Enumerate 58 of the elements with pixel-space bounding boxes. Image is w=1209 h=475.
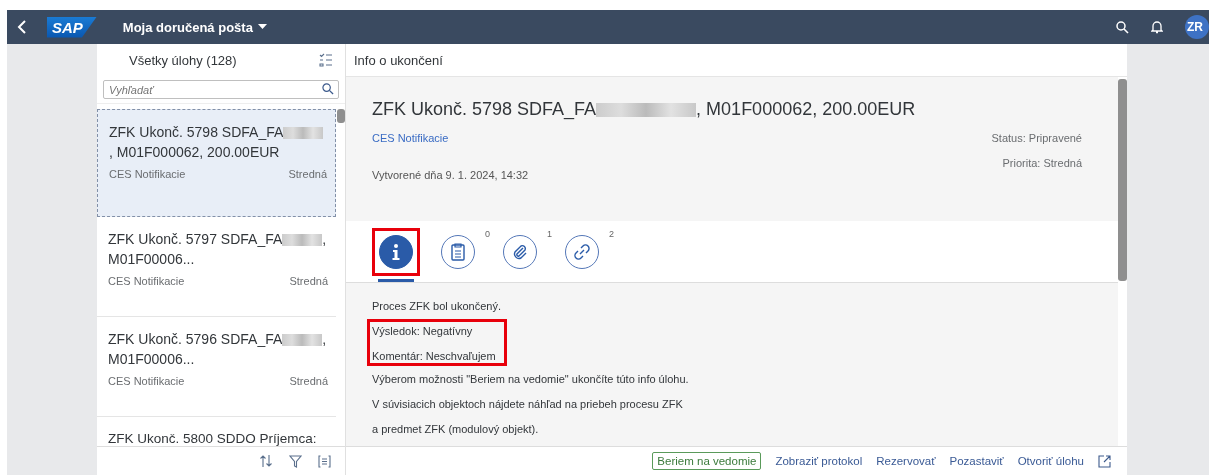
body-text-line: Výberom možnosti "Beriem na vedomie" ukončíte túto info úlohu. (372, 372, 690, 386)
paperclip-icon (511, 242, 529, 261)
app-title-menu[interactable]: Moja doručená pošta (116, 18, 273, 36)
share-icon[interactable] (1098, 454, 1111, 468)
body-text-line: Proces ZFK bol ukončený. (372, 299, 502, 313)
body-text-line: Výsledok: Negatívny (372, 324, 474, 338)
search-icon[interactable] (322, 83, 334, 95)
search-icon[interactable] (1116, 20, 1129, 34)
created-date: Vytvorené dňa 9. 1. 2024, 14:32 (372, 169, 530, 181)
tab-count: 2 (609, 229, 614, 239)
user-avatar[interactable]: ZR (1185, 15, 1209, 39)
task-list-item[interactable]: ZFK Ukonč. 5798 SDFA_FA , M01F000062, 200.00EUR CES Notifikacie Stredná (97, 109, 336, 217)
task-source: CES Notifikacie (108, 275, 185, 287)
action-button[interactable]: Zobraziť protokol (775, 453, 863, 469)
list-title: Všetky úlohy (128) (129, 52, 237, 68)
multi-select-icon[interactable] (319, 53, 333, 67)
icon-tab[interactable] (565, 234, 599, 269)
tab-count: 0 (485, 229, 490, 239)
icon-tab[interactable] (379, 234, 413, 269)
task-source: CES Notifikacie (108, 375, 185, 387)
task-heading: ZFK Ukonč. 5798 SDFA_FA , M01F000062, 200.00EUR (372, 99, 917, 120)
task-source: CES Notifikacie (109, 168, 186, 180)
back-icon[interactable] (17, 20, 27, 34)
detail-page-title: Info o ukončení (354, 52, 443, 68)
group-icon[interactable] (318, 454, 331, 468)
search-field[interactable]: Vyhľadať (103, 80, 339, 99)
acknowledge-button[interactable]: Beriem na vedomie (652, 452, 762, 470)
caret-icon (257, 24, 267, 30)
action-button[interactable]: Pozastaviť (949, 453, 1004, 469)
action-button[interactable]: Otvoriť úlohu (1017, 453, 1084, 469)
link-icon (573, 242, 591, 261)
task-list-item[interactable]: ZFK Ukonč. 5797 SDFA_FA , M01F00006... CES Notifikacie Stredná (97, 217, 336, 317)
icon-tab[interactable] (503, 234, 537, 269)
body-text-line: Komentár: Neschvaľujem (372, 349, 496, 363)
tab-count: 1 (547, 229, 552, 239)
sort-icon[interactable] (259, 454, 273, 468)
task-title: ZFK Ukonč. 5800 SDDO Príjemca: (108, 430, 318, 446)
clipboard-icon (451, 242, 465, 261)
body-text-line: V súvisiacich objektoch nájdete náhľad na priebeh procesu ZFK (372, 397, 684, 411)
action-button[interactable]: Rezervovať (876, 453, 936, 469)
task-priority: Stredná (288, 168, 327, 180)
task-priority: Stredná (289, 375, 328, 387)
task-title: ZFK Ukonč. 5798 SDFA_FA , M01F000062, 200.00EUR (109, 122, 327, 162)
scrollbar-thumb[interactable] (1118, 79, 1127, 281)
sap-logo[interactable]: SAP (47, 16, 97, 38)
scrollbar-thumb[interactable] (337, 109, 345, 123)
filter-icon[interactable] (289, 454, 302, 468)
icon-tab[interactable] (441, 234, 475, 269)
task-list-item[interactable]: ZFK Ukonč. 5796 SDFA_FA , M01F00006... CES Notifikacie Stredná (97, 317, 336, 417)
task-priority: Stredná (289, 275, 328, 287)
task-title: ZFK Ukonč. 5797 SDFA_FA , M01F00006... (108, 230, 328, 269)
task-title: ZFK Ukonč. 5796 SDFA_FA , M01F00006... (108, 330, 328, 369)
body-text-line: a predmet ZFK (modulový objekt). (372, 422, 540, 436)
status-text: Status: Pripravené (991, 132, 1082, 144)
bell-icon[interactable] (1151, 20, 1163, 34)
priority-text: Priorita: Stredná (1002, 157, 1082, 169)
source-link[interactable]: CES Notifikacie (372, 132, 449, 169)
task-list-item[interactable]: ZFK Ukonč. 5800 SDDO Príjemca: (97, 417, 336, 446)
